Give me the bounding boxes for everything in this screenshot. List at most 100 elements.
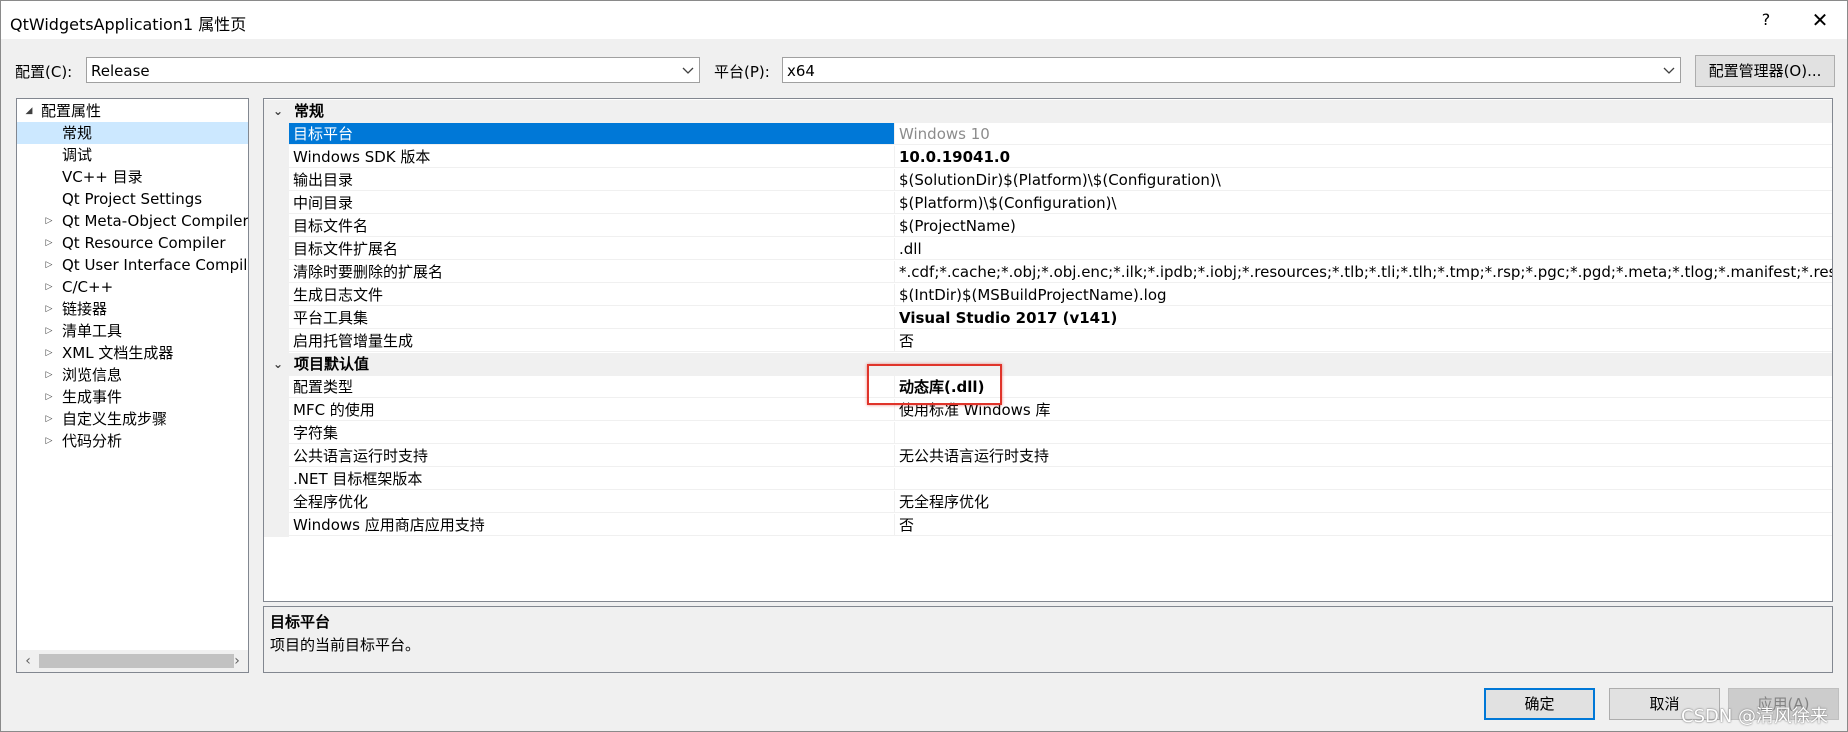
collapsed-triangle-icon[interactable]: ▷ xyxy=(43,276,55,298)
property-row[interactable]: 目标文件名 $(ProjectName) xyxy=(264,215,1832,238)
property-name[interactable]: 目标文件名 xyxy=(289,215,895,237)
property-name[interactable]: 目标平台 xyxy=(289,123,895,145)
tree-item[interactable]: 调试 xyxy=(17,144,248,166)
chevron-down-icon[interactable]: ⌄ xyxy=(270,100,286,123)
property-name[interactable]: 生成日志文件 xyxy=(289,284,895,306)
property-row[interactable]: 输出目录 $(SolutionDir)$(Platform)\$(Configur… xyxy=(264,169,1832,192)
property-row[interactable]: 目标平台 Windows 10 xyxy=(264,123,1832,146)
tree-item[interactable]: ▷ 生成事件 xyxy=(17,386,248,408)
collapsed-triangle-icon[interactable]: ▷ xyxy=(43,430,55,452)
scrollbar-thumb[interactable] xyxy=(39,654,234,668)
tree-item-label: 代码分析 xyxy=(62,432,123,450)
tree-item[interactable]: ▷ 链接器 xyxy=(17,298,248,320)
property-name[interactable]: 目标文件扩展名 xyxy=(289,238,895,260)
row-gutter xyxy=(264,261,289,284)
window-title: QtWidgetsApplication1 属性页 xyxy=(10,15,247,34)
property-row[interactable]: Windows 应用商店应用支持否 xyxy=(264,514,1832,537)
row-gutter xyxy=(264,146,289,169)
property-row[interactable]: .NET 目标框架版本 xyxy=(264,468,1832,491)
ok-button[interactable]: 确定 xyxy=(1484,688,1595,720)
collapsed-triangle-icon[interactable]: ▷ xyxy=(43,320,55,342)
property-name[interactable]: Windows 应用商店应用支持 xyxy=(289,514,895,536)
tree-item[interactable]: ▷ Qt Resource Compiler xyxy=(17,232,248,254)
property-value[interactable]: 无全程序优化 xyxy=(895,491,1832,513)
property-name[interactable]: Windows SDK 版本 xyxy=(289,146,895,168)
tree-horizontal-scrollbar[interactable]: ‹ › xyxy=(17,650,248,672)
property-name[interactable]: 输出目录 xyxy=(289,169,895,191)
tree-item[interactable]: Qt Project Settings xyxy=(17,188,248,210)
property-row[interactable]: 平台工具集 Visual Studio 2017 (v141) xyxy=(264,307,1832,330)
tree-item[interactable]: ▷ 自定义生成步骤 xyxy=(17,408,248,430)
tree-item[interactable]: VC++ 目录 xyxy=(17,166,248,188)
property-row[interactable]: MFC 的使用 使用标准 Windows 库 xyxy=(264,399,1832,422)
tree-item-label: 生成事件 xyxy=(62,388,123,406)
scroll-right-icon[interactable]: › xyxy=(230,650,244,672)
tree-item[interactable]: ▷ XML 文档生成器 xyxy=(17,342,248,364)
chevron-down-icon[interactable]: ⌄ xyxy=(270,353,286,376)
property-value[interactable]: Windows 10 xyxy=(895,123,1832,145)
property-value[interactable]: $(SolutionDir)$(Platform)\$(Configuratio… xyxy=(895,169,1832,191)
property-value[interactable]: 动态库(.dll) xyxy=(895,376,1832,398)
property-value[interactable]: Visual Studio 2017 (v141) xyxy=(895,307,1832,329)
property-value[interactable]: 无公共语言运行时支持 xyxy=(895,445,1832,467)
configuration-dropdown[interactable]: Release xyxy=(86,57,700,83)
property-name[interactable]: 字符集 xyxy=(289,422,895,444)
tree-item[interactable]: 常规 xyxy=(17,122,248,144)
property-value[interactable]: 否 xyxy=(895,330,1832,352)
property-value[interactable]: $(IntDir)$(MSBuildProjectName).log xyxy=(895,284,1832,306)
collapsed-triangle-icon[interactable]: ▷ xyxy=(43,232,55,254)
tree-item-label: Qt Project Settings xyxy=(62,190,203,208)
property-name[interactable]: 全程序优化 xyxy=(289,491,895,513)
tree-item[interactable]: ▷ C/C++ xyxy=(17,276,248,298)
property-value[interactable] xyxy=(895,468,1832,490)
property-value[interactable]: .dll xyxy=(895,238,1832,260)
help-icon[interactable]: ? xyxy=(1751,7,1781,33)
property-value[interactable]: *.cdf;*.cache;*.obj;*.obj.enc;*.ilk;*.ip… xyxy=(895,261,1832,283)
collapsed-triangle-icon[interactable]: ▷ xyxy=(43,408,55,430)
property-row[interactable]: 配置类型 动态库(.dll) xyxy=(264,376,1832,399)
property-row[interactable]: Windows SDK 版本 10.0.19041.0 xyxy=(264,146,1832,169)
tree-item[interactable]: ▷ Qt User Interface Compiler xyxy=(17,254,248,276)
property-row[interactable]: 公共语言运行时支持 无公共语言运行时支持 xyxy=(264,445,1832,468)
collapsed-triangle-icon[interactable]: ▷ xyxy=(43,254,55,276)
close-icon[interactable]: ✕ xyxy=(1803,7,1837,33)
property-name[interactable]: MFC 的使用 xyxy=(289,399,895,421)
category-header[interactable]: ⌄ 项目默认值 xyxy=(264,353,1832,376)
tree-item-label: 自定义生成步骤 xyxy=(62,410,168,428)
property-row[interactable]: 全程序优化 无全程序优化 xyxy=(264,491,1832,514)
collapsed-triangle-icon[interactable]: ▷ xyxy=(43,298,55,320)
expanded-triangle-icon[interactable]: ◢ xyxy=(23,100,35,122)
property-name[interactable]: 启用托管增量生成 xyxy=(289,330,895,352)
collapsed-triangle-icon[interactable]: ▷ xyxy=(43,342,55,364)
property-row[interactable]: 启用托管增量生成否 xyxy=(264,330,1832,353)
property-name[interactable]: 公共语言运行时支持 xyxy=(289,445,895,467)
configuration-manager-button[interactable]: 配置管理器(O)... xyxy=(1695,55,1835,87)
property-value[interactable]: $(Platform)\$(Configuration)\ xyxy=(895,192,1832,214)
platform-dropdown[interactable]: x64 xyxy=(782,57,1681,83)
tree-item[interactable]: ◢ 配置属性 xyxy=(17,100,248,122)
property-row[interactable]: 字符集 xyxy=(264,422,1832,445)
property-row[interactable]: 生成日志文件 $(IntDir)$(MSBuildProjectName).log xyxy=(264,284,1832,307)
property-name[interactable]: 平台工具集 xyxy=(289,307,895,329)
property-name[interactable]: .NET 目标框架版本 xyxy=(289,468,895,490)
property-name[interactable]: 中间目录 xyxy=(289,192,895,214)
property-value[interactable]: 否 xyxy=(895,514,1832,536)
tree-item[interactable]: ▷ 浏览信息 xyxy=(17,364,248,386)
collapsed-triangle-icon[interactable]: ▷ xyxy=(43,386,55,408)
property-value[interactable]: 10.0.19041.0 xyxy=(895,146,1832,168)
tree-item[interactable]: ▷ Qt Meta-Object Compiler xyxy=(17,210,248,232)
collapsed-triangle-icon[interactable]: ▷ xyxy=(43,364,55,386)
tree-item[interactable]: ▷ 清单工具 xyxy=(17,320,248,342)
property-name[interactable]: 配置类型 xyxy=(289,376,895,398)
tree-item[interactable]: ▷ 代码分析 xyxy=(17,430,248,452)
property-value[interactable]: $(ProjectName) xyxy=(895,215,1832,237)
property-value[interactable]: 使用标准 Windows 库 xyxy=(895,399,1832,421)
collapsed-triangle-icon[interactable]: ▷ xyxy=(43,210,55,232)
property-value[interactable] xyxy=(895,422,1832,444)
category-header[interactable]: ⌄ 常规 xyxy=(264,100,1832,123)
property-name[interactable]: 清除时要删除的扩展名 xyxy=(289,261,895,283)
property-row[interactable]: 中间目录 $(Platform)\$(Configuration)\ xyxy=(264,192,1832,215)
scroll-left-icon[interactable]: ‹ xyxy=(21,650,35,672)
property-row[interactable]: 目标文件扩展名 .dll xyxy=(264,238,1832,261)
property-row[interactable]: 清除时要删除的扩展名 *.cdf;*.cache;*.obj;*.obj.enc;… xyxy=(264,261,1832,284)
